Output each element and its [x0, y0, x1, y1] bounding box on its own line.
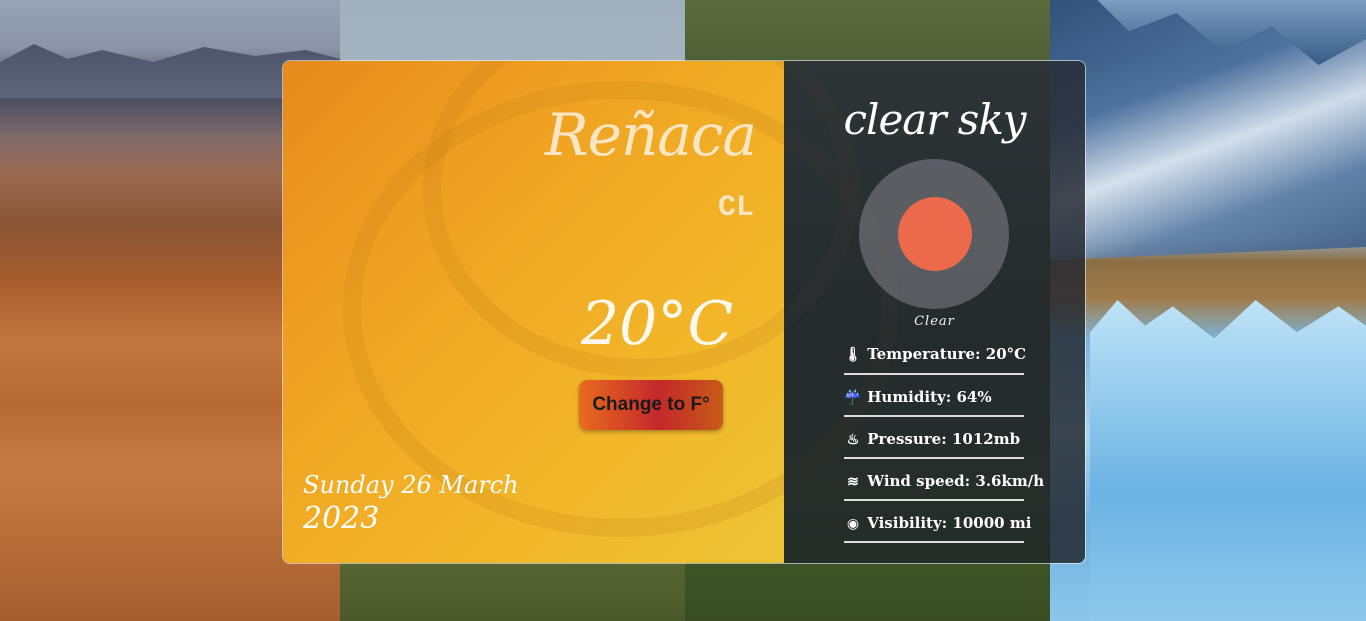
- stat-text: Visibility: 10000 mi: [867, 514, 1032, 532]
- stat-humidity: ☔ Humidity: 64%: [844, 375, 1024, 417]
- thermometer-icon: 🌡: [844, 347, 862, 363]
- conditions-panel: clear sky Clear 🌡 Temperature: 20°C ☔ Hu…: [784, 61, 1085, 563]
- stat-text: Humidity: 64%: [867, 388, 992, 406]
- stat-text: Pressure: 1012mb: [867, 430, 1021, 448]
- stat-wind: ≋ Wind speed: 3.6km/h: [844, 459, 1044, 501]
- stat-text: Wind speed: 3.6km/h: [867, 472, 1045, 490]
- background-glacier: [1050, 0, 1366, 621]
- unit-toggle-button[interactable]: Change to F°: [579, 380, 723, 430]
- date-year: 2023: [303, 501, 380, 536]
- location-panel: Reñaca CL 20°C Change to F° Sunday 26 Ma…: [283, 61, 899, 563]
- date-day: Sunday 26 March: [303, 471, 519, 499]
- weather-icon-label: Clear: [914, 314, 955, 329]
- country-code: CL: [717, 191, 754, 225]
- weather-description: clear sky: [843, 95, 1026, 144]
- wind-icon: ≋: [847, 474, 859, 490]
- humidity-icon: ☔: [844, 390, 862, 406]
- stat-text: Temperature: 20°C: [867, 345, 1027, 363]
- weather-card: Reñaca CL 20°C Change to F° Sunday 26 Ma…: [282, 60, 1086, 564]
- sun-icon: [898, 197, 972, 271]
- date-display: Sunday 26 March 2023: [303, 471, 519, 536]
- city-name: Reñaca: [545, 101, 757, 169]
- pressure-icon: ♨: [846, 432, 860, 448]
- stat-pressure: ♨ Pressure: 1012mb: [844, 417, 1024, 459]
- eye-icon: ◉: [846, 516, 860, 532]
- temperature-display: 20°C: [581, 289, 734, 359]
- background-peak: [1050, 0, 1366, 260]
- stat-visibility: ◉ Visibility: 10000 mi: [844, 501, 1031, 543]
- stats-list: 🌡 Temperature: 20°C ☔ Humidity: 64% ♨ Pr…: [844, 335, 1044, 543]
- background-ice: [1090, 300, 1366, 621]
- stat-temperature: 🌡 Temperature: 20°C: [844, 335, 1027, 375]
- weather-icon-container: [859, 159, 1009, 309]
